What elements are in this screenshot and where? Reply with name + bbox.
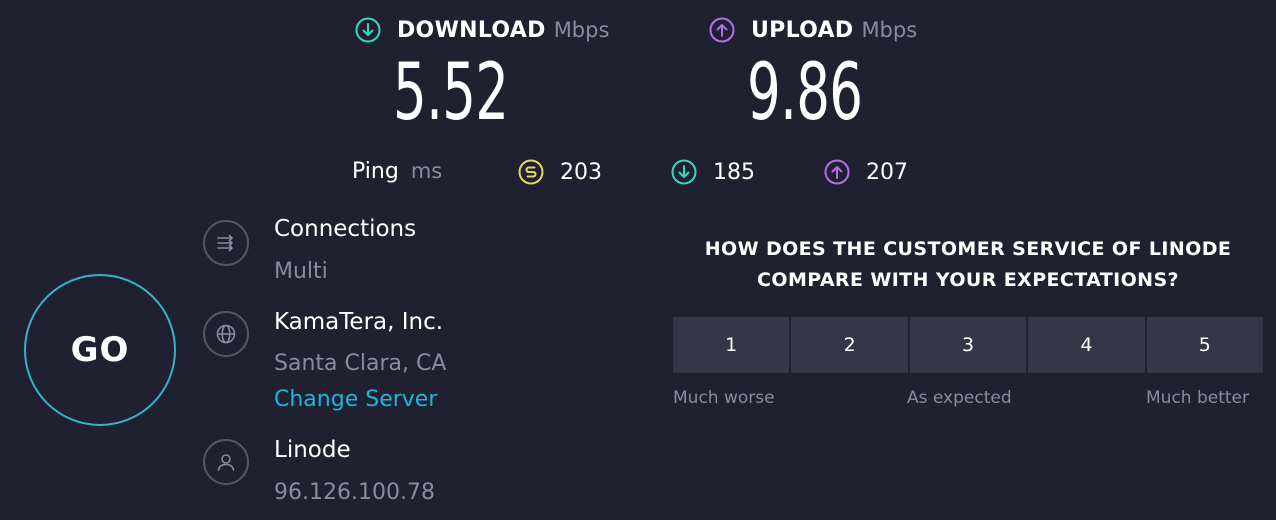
ping-unit: ms [410,159,443,183]
download-value: 5.52 [393,48,509,138]
upload-label: UPLOAD [751,17,854,43]
connections-icon[interactable] [203,220,249,266]
survey-question-line-1: HOW DOES THE CUSTOMER SERVICE OF LINODE [704,238,1232,260]
download-arrow-icon [671,159,697,185]
ping-download-value: 185 [713,159,755,185]
globe-glyph-icon [216,324,236,344]
provider-ip: 96.126.100.78 [274,480,435,505]
download-arrow-icon [355,17,381,43]
user-icon [203,439,249,485]
rating-option-1[interactable]: 1 [673,317,790,373]
rating-label-mid: As expected [907,388,1012,408]
connections-value: Multi [274,259,328,284]
upload-header: UPLOAD Mbps [709,15,917,45]
survey-question: HOW DOES THE CUSTOMER SERVICE OF LINODE … [668,234,1268,296]
download-header: DOWNLOAD Mbps [355,15,609,45]
go-button[interactable]: GO [24,274,176,426]
rating-label-high: Much better [1146,388,1249,408]
download-label: DOWNLOAD [397,17,546,43]
upload-unit: Mbps [861,18,918,42]
connections-title: Connections [274,216,417,242]
rating-scale: 1 2 3 4 5 [673,317,1264,373]
rating-option-2[interactable]: 2 [791,317,908,373]
globe-icon [203,311,249,357]
upload-arrow-icon [709,17,735,43]
rating-label-low: Much worse [673,388,775,408]
survey-question-line-2: COMPARE WITH YOUR EXPECTATIONS? [757,269,1179,291]
upload-value: 9.86 [747,48,863,138]
server-name: KamaTera, Inc. [274,309,444,335]
ping-label-group: Ping ms [352,159,442,184]
download-unit: Mbps [553,18,610,42]
ping-upload: 207 [824,159,908,185]
rating-option-4[interactable]: 4 [1028,317,1145,373]
rating-option-3[interactable]: 3 [909,317,1027,373]
ping-download: 185 [671,159,755,185]
provider-name: Linode [274,437,351,463]
change-server-link[interactable]: Change Server [274,387,437,412]
connections-arrows-icon [217,234,233,252]
ping-idle-value: 203 [560,159,602,185]
ping-upload-value: 207 [866,159,908,185]
user-glyph-icon [217,454,235,471]
server-location: Santa Clara, CA [274,351,447,376]
ping-idle: 203 [518,159,602,185]
ping-label: Ping [352,159,399,184]
rating-option-5[interactable]: 5 [1146,317,1264,373]
upload-arrow-icon [824,159,850,185]
ping-idle-icon [518,159,544,185]
